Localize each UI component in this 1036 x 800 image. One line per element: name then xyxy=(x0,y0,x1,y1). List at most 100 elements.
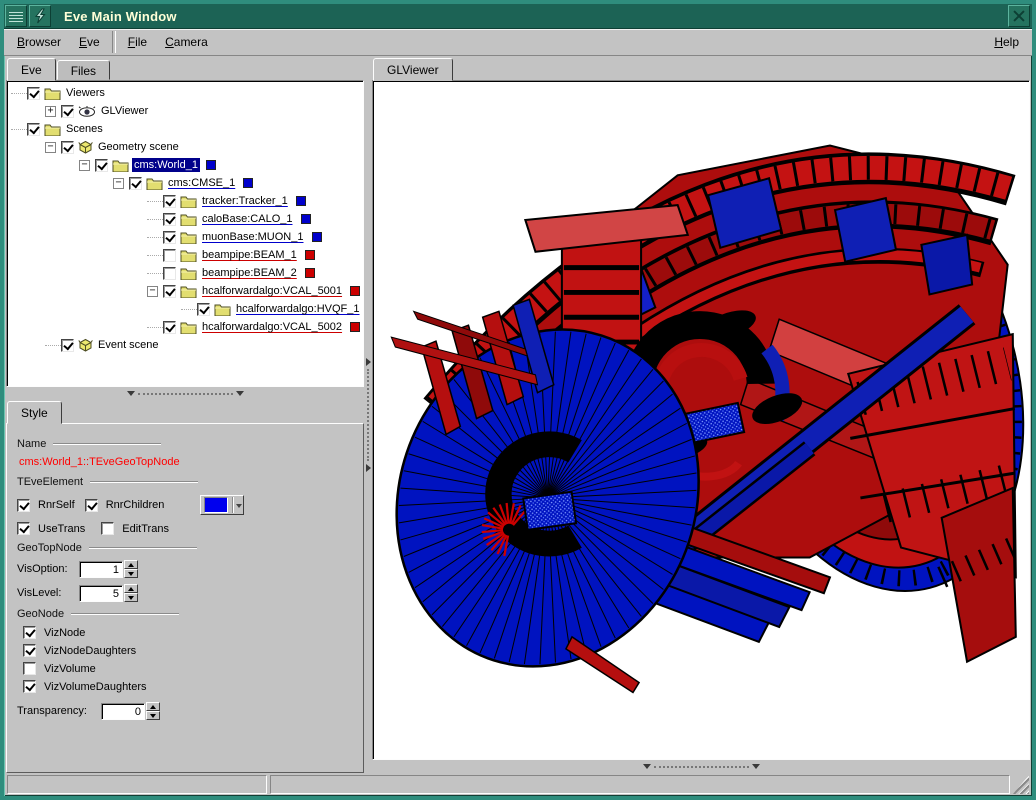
tree-item-label[interactable]: beampipe:BEAM_1 xyxy=(200,248,299,262)
visoption-input[interactable]: 1 xyxy=(79,561,123,578)
tree-item-hcalforwardalgo-vcal-5002[interactable]: hcalforwardalgo:VCAL_5002 xyxy=(7,318,363,336)
tree-item-hcalforwardalgo-hvqf-1[interactable]: hcalforwardalgo:HVQF_1 xyxy=(7,300,363,318)
tree-item-label[interactable]: hcalforwardalgo:VCAL_5002 xyxy=(200,320,344,334)
color-swatch xyxy=(301,214,311,224)
menu-eve[interactable]: Eve xyxy=(70,32,109,52)
spin-up-icon[interactable] xyxy=(124,560,138,569)
scene-tree[interactable]: Viewers+GLViewerScenes−Geometry scene−cm… xyxy=(6,80,364,387)
tree-item-cms-world-1[interactable]: − cms:World_1 xyxy=(7,156,363,174)
usetrans-checkbox[interactable] xyxy=(17,522,30,535)
vertical-splitter[interactable] xyxy=(364,57,372,773)
menu-help[interactable]: Help xyxy=(985,32,1028,52)
tree-item-label[interactable]: tracker:Tracker_1 xyxy=(200,194,290,208)
tree-item-cms-cmse-1[interactable]: − cms:CMSE_1 xyxy=(7,174,363,192)
resize-grip[interactable] xyxy=(1013,775,1029,794)
tree-checkbox[interactable] xyxy=(163,285,176,298)
status-section-left xyxy=(7,775,267,794)
vislevel-input[interactable]: 5 xyxy=(79,585,123,602)
tree-checkbox[interactable] xyxy=(129,177,142,190)
tree-checkbox[interactable] xyxy=(95,159,108,172)
spin-up-icon[interactable] xyxy=(124,584,138,593)
tree-item-label[interactable]: caloBase:CALO_1 xyxy=(200,212,295,226)
usetrans-label: UseTrans xyxy=(38,523,85,535)
tree-item-label[interactable]: hcalforwardalgo:HVQF_1 xyxy=(234,302,362,316)
vizvolume-checkbox[interactable] xyxy=(23,662,36,675)
vizvolumedaughters-checkbox[interactable] xyxy=(23,680,36,693)
tree-checkbox[interactable] xyxy=(61,105,74,118)
tree-item-geometry-scene[interactable]: − Geometry scene xyxy=(7,138,363,156)
tree-connector xyxy=(147,237,163,238)
tree-item-label[interactable]: beampipe:BEAM_2 xyxy=(200,266,299,280)
tree-item-event-scene[interactable]: Event scene xyxy=(7,336,363,354)
spin-down-icon[interactable] xyxy=(124,569,138,578)
tree-item-muonbase-muon-1[interactable]: muonBase:MUON_1 xyxy=(7,228,363,246)
tree-item-beampipe-beam-1[interactable]: beampipe:BEAM_1 xyxy=(7,246,363,264)
spin-down-icon[interactable] xyxy=(146,711,160,720)
tree-item-label[interactable]: GLViewer xyxy=(99,104,150,118)
tree-item-hcalforwardalgo-vcal-5001[interactable]: − hcalforwardalgo:VCAL_5001 xyxy=(7,282,363,300)
glviewer-viewport[interactable] xyxy=(372,80,1030,760)
tree-item-viewers[interactable]: Viewers xyxy=(7,84,363,102)
tree-item-calobase-calo-1[interactable]: caloBase:CALO_1 xyxy=(7,210,363,228)
tree-checkbox[interactable] xyxy=(163,249,176,262)
tree-item-label[interactable]: Viewers xyxy=(64,86,107,100)
spin-up-icon[interactable] xyxy=(146,702,160,711)
tab-files[interactable]: Files xyxy=(57,60,110,80)
right-panel: GLViewer xyxy=(372,57,1030,773)
spin-down-icon[interactable] xyxy=(124,593,138,602)
tree-item-label[interactable]: Event scene xyxy=(96,338,161,352)
menu-browser[interactable]: Browser xyxy=(8,32,70,52)
tree-expander-minus[interactable]: − xyxy=(79,160,90,171)
menu-file[interactable]: File xyxy=(119,32,156,52)
tree-item-label[interactable]: Geometry scene xyxy=(96,140,181,154)
tree-item-scenes[interactable]: Scenes xyxy=(7,120,363,138)
tree-item-glviewer[interactable]: + GLViewer xyxy=(7,102,363,120)
tree-checkbox[interactable] xyxy=(163,231,176,244)
transparency-spinner[interactable] xyxy=(146,702,160,720)
tree-item-beampipe-beam-2[interactable]: beampipe:BEAM_2 xyxy=(7,264,363,282)
tree-checkbox[interactable] xyxy=(163,267,176,280)
tree-expander-plus[interactable]: + xyxy=(45,106,56,117)
viznodedaughters-checkbox[interactable] xyxy=(23,644,36,657)
tree-item-label[interactable]: cms:World_1 xyxy=(132,158,200,172)
tree-item-label[interactable]: muonBase:MUON_1 xyxy=(200,230,306,244)
tree-checkbox[interactable] xyxy=(163,321,176,334)
tab-style[interactable]: Style xyxy=(7,401,62,424)
tree-checkbox[interactable] xyxy=(27,123,40,136)
vislevel-spinner[interactable] xyxy=(124,584,138,602)
tree-checkbox[interactable] xyxy=(61,141,74,154)
horizontal-splitter-right[interactable] xyxy=(372,760,1030,773)
menu-camera[interactable]: Camera xyxy=(156,32,217,52)
window-menu-button[interactable] xyxy=(5,5,27,27)
tree-checkbox[interactable] xyxy=(61,339,74,352)
tab-glviewer[interactable]: GLViewer xyxy=(373,58,453,81)
edittrans-checkbox[interactable] xyxy=(101,522,114,535)
menu-separator xyxy=(112,31,116,53)
app-icon-button[interactable] xyxy=(29,5,51,27)
tree-expander-minus[interactable]: − xyxy=(45,142,56,153)
tab-eve[interactable]: Eve xyxy=(7,58,56,81)
rnrself-checkbox[interactable] xyxy=(17,499,30,512)
viznode-checkbox[interactable] xyxy=(23,626,36,639)
color-swatch xyxy=(296,196,306,206)
tree-expander-minus[interactable]: − xyxy=(113,178,124,189)
title-bar[interactable]: Eve Main Window xyxy=(4,4,1032,29)
tree-checkbox[interactable] xyxy=(163,213,176,226)
tree-item-label[interactable]: cms:CMSE_1 xyxy=(166,176,237,190)
folder-icon xyxy=(44,87,61,100)
main-color-select[interactable] xyxy=(200,495,244,515)
tree-item-tracker-tracker-1[interactable]: tracker:Tracker_1 xyxy=(7,192,363,210)
visoption-spinner[interactable] xyxy=(124,560,138,578)
tree-checkbox[interactable] xyxy=(163,195,176,208)
horizontal-splitter-left[interactable] xyxy=(6,387,364,400)
close-button[interactable] xyxy=(1008,5,1030,27)
folder-icon xyxy=(214,303,231,316)
tree-item-label[interactable]: Scenes xyxy=(64,122,105,136)
tree-checkbox[interactable] xyxy=(197,303,210,316)
tree-checkbox[interactable] xyxy=(27,87,40,100)
tree-item-label[interactable]: hcalforwardalgo:VCAL_5001 xyxy=(200,284,344,298)
transparency-input[interactable]: 0 xyxy=(101,703,145,720)
rnrchildren-checkbox[interactable] xyxy=(85,499,98,512)
tree-expander-minus[interactable]: − xyxy=(147,286,158,297)
section-teveelement: TEveElement xyxy=(17,476,353,488)
